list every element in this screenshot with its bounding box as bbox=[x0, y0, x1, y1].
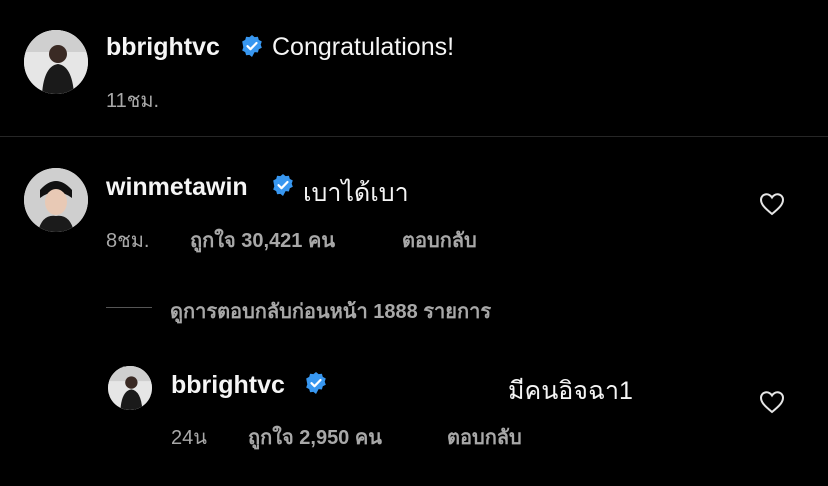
comment-avatar[interactable] bbox=[24, 168, 88, 232]
verified-badge-icon bbox=[240, 34, 264, 58]
heart-icon[interactable] bbox=[759, 390, 785, 414]
caption-time: 11ชม. bbox=[106, 90, 160, 112]
comment-time: 8ชม. bbox=[106, 230, 150, 252]
comment-reply-button[interactable]: ตอบกลับ bbox=[402, 224, 477, 256]
caption-avatar[interactable] bbox=[24, 30, 88, 94]
verified-badge-icon bbox=[271, 173, 295, 197]
reply-reply-button[interactable]: ตอบกลับ bbox=[447, 421, 522, 453]
reply-avatar[interactable] bbox=[108, 366, 152, 410]
replies-line bbox=[106, 307, 152, 308]
reply-likes[interactable]: ถูกใจ 2,950 คน bbox=[248, 421, 382, 453]
reply-text: มีคนอิจฉา1 bbox=[508, 377, 633, 405]
divider bbox=[0, 136, 828, 137]
comment-text: เบาได้เบา bbox=[303, 179, 409, 207]
caption-username[interactable]: bbrightvc bbox=[106, 33, 220, 62]
person-photo-icon bbox=[24, 168, 88, 232]
verified-badge-icon bbox=[304, 371, 328, 395]
comment-username[interactable]: winmetawin bbox=[106, 173, 248, 202]
view-previous-replies-button[interactable]: ดูการตอบกลับก่อนหน้า 1888 รายการ bbox=[170, 295, 491, 327]
person-photo-icon bbox=[108, 366, 152, 410]
comment-likes[interactable]: ถูกใจ 30,421 คน bbox=[190, 224, 335, 256]
reply-time: 24น bbox=[171, 427, 207, 449]
person-photo-icon bbox=[24, 30, 88, 94]
reply-username[interactable]: bbrightvc bbox=[171, 371, 285, 400]
heart-icon[interactable] bbox=[759, 192, 785, 216]
caption-text: Congratulations! bbox=[272, 33, 455, 61]
